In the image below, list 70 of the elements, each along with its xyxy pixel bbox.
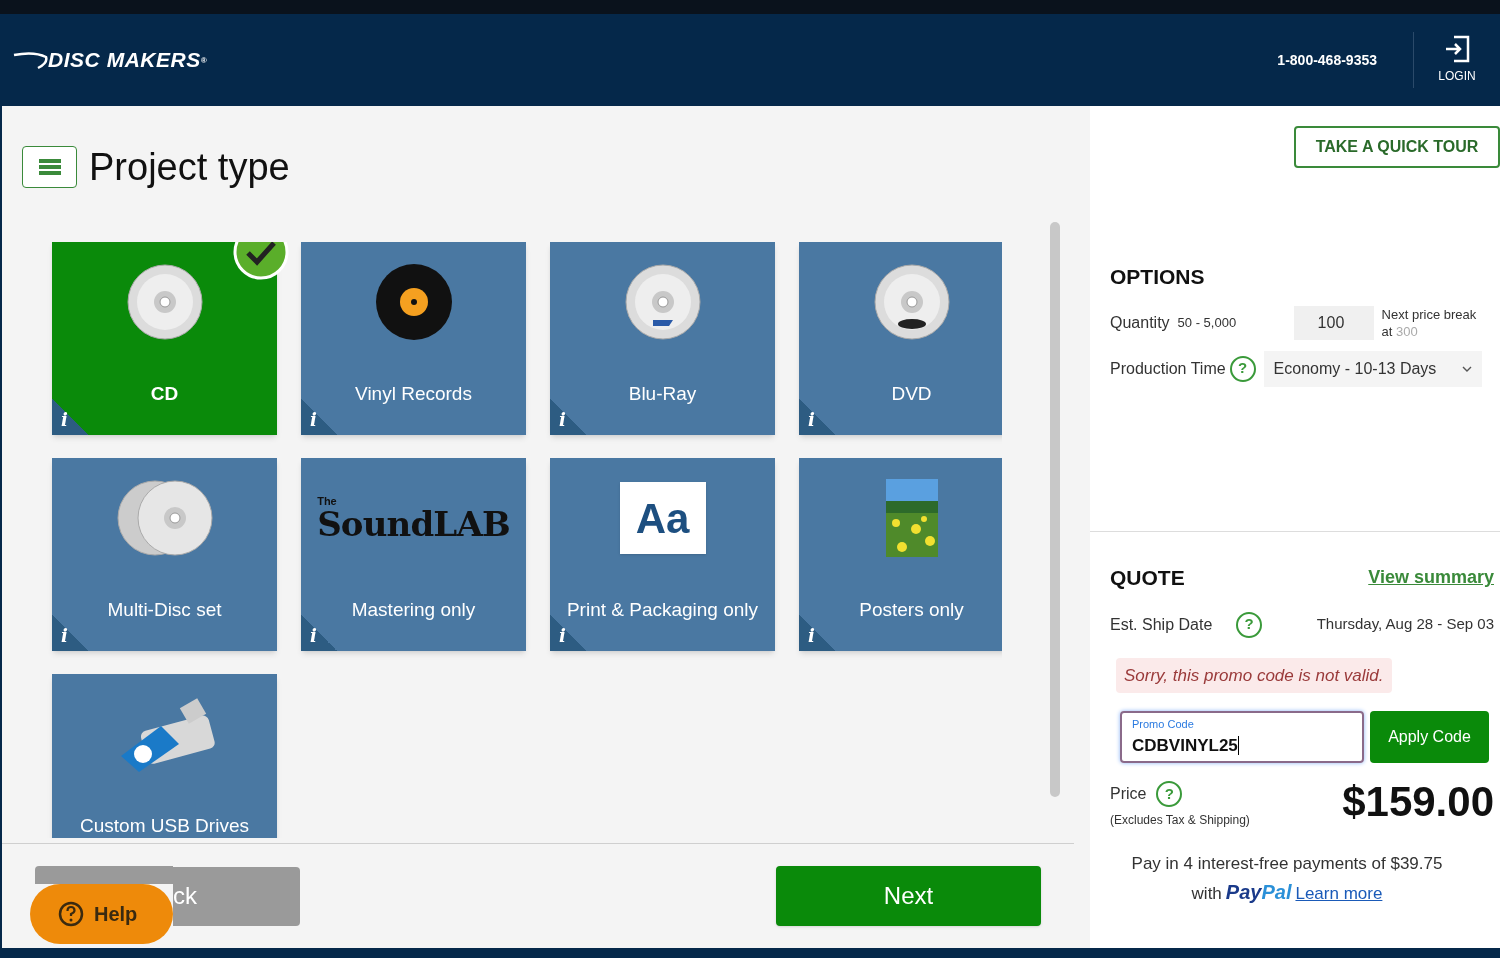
next-button[interactable]: Next [776,866,1041,926]
tile-label: Multi-Disc set [107,598,222,622]
view-summary-link[interactable]: View summary [1368,564,1494,592]
chevron-down-icon [1461,365,1472,372]
logo-swoosh-icon [12,50,48,70]
menu-button[interactable] [22,146,77,188]
promo-code-field[interactable]: Promo Code CDBVINYL25 [1120,711,1364,763]
quote-heading: QUOTE [1110,565,1185,591]
learn-more-link[interactable]: Learn more [1295,880,1383,906]
brand-logo: DISC MAKERS$^{®}$ [48,47,208,74]
info-corner[interactable]: i [52,615,88,651]
info-corner[interactable]: i [301,615,337,651]
quick-tour-button[interactable]: TAKE A QUICK TOUR [1294,126,1500,168]
error-message: Sorry, this promo code is not valid. [1116,657,1392,693]
quantity-label: Quantity [1110,312,1170,333]
tile-label: Vinyl Records [355,382,472,406]
tile-label: DVD [891,382,932,406]
project-type-tile[interactable]: Vinyl Records i [301,242,526,435]
page-title: Project type [89,144,290,190]
tile-label: Blu-Ray [628,382,697,406]
tile-label: Mastering only [351,598,476,622]
ship-date-label: Est. Ship Date [1110,614,1214,635]
project-type-tile[interactable]: CD i [52,242,277,435]
project-type-tile[interactable]: Blu-Ray i [550,242,775,435]
phone-number[interactable]: 1-800-468-9353 [1277,49,1377,71]
ship-date: Thursday, Aug 28 - Sep 03 [1316,614,1494,635]
login-button[interactable]: LOGIN [1414,35,1500,85]
info-corner[interactable]: i [52,399,88,435]
project-type-tile[interactable]: The SoundLAB Mastering only i [301,458,526,651]
paypal-logo: PayPal [1225,879,1292,905]
stacked-discs-icon [114,478,215,558]
production-time-label: Production Time [1110,358,1226,379]
project-type-tile[interactable]: Multi-Disc set i [52,458,277,651]
price: $159.00 [1342,781,1494,827]
login-icon [1444,35,1470,63]
dvd-disc-icon [871,262,952,342]
soundlab-logo: The SoundLAB [317,495,510,541]
tile-label: Posters only [859,598,964,622]
menu-icon [38,159,61,175]
project-type-tile[interactable]: Custom USB Drives [52,674,277,838]
project-type-tile[interactable]: Aa Print & Packaging only i [550,458,775,651]
options-heading: OPTIONS [1110,264,1206,290]
info-corner[interactable]: i [799,399,835,435]
tile-label: CD [150,382,179,406]
cd-disc-icon [124,262,205,342]
help-button[interactable]: Help [30,884,173,944]
font-sample: Aa [619,482,706,554]
info-corner[interactable]: i [799,615,835,651]
info-corner[interactable]: i [301,399,337,435]
vinyl-record-icon [373,262,454,342]
info-corner[interactable]: i [550,615,586,651]
paypal-message: Pay in 4 interest-free payments of $39.75 [1131,853,1443,875]
scrollbar[interactable] [1050,222,1060,797]
tile-label: Custom USB Drives [80,814,249,838]
production-time-dropdown[interactable]: Economy - 10-13 Days [1263,350,1482,387]
info-corner[interactable]: i [550,399,586,435]
project-type-tile[interactable]: Posters only i [799,458,1002,651]
help-icon[interactable]: ? [1156,781,1183,807]
project-type-tile[interactable]: DVD i [799,242,1002,435]
price-label: Price [1110,784,1147,804]
help-icon[interactable]: ? [1229,355,1256,382]
paypal-with: with [1191,882,1222,905]
apply-code-button[interactable]: Apply Code [1370,711,1489,763]
quantity-range: 50 - 5,000 [1177,313,1238,332]
price-note: (Excludes Tax & Shipping) [1110,812,1250,829]
help-icon [58,901,84,927]
price-break-note: Next price break at 300 [1381,305,1478,340]
quantity-field[interactable]: 100 [1293,305,1374,340]
bluray-disc-icon [622,262,703,342]
help-icon[interactable]: ? [1236,611,1262,638]
